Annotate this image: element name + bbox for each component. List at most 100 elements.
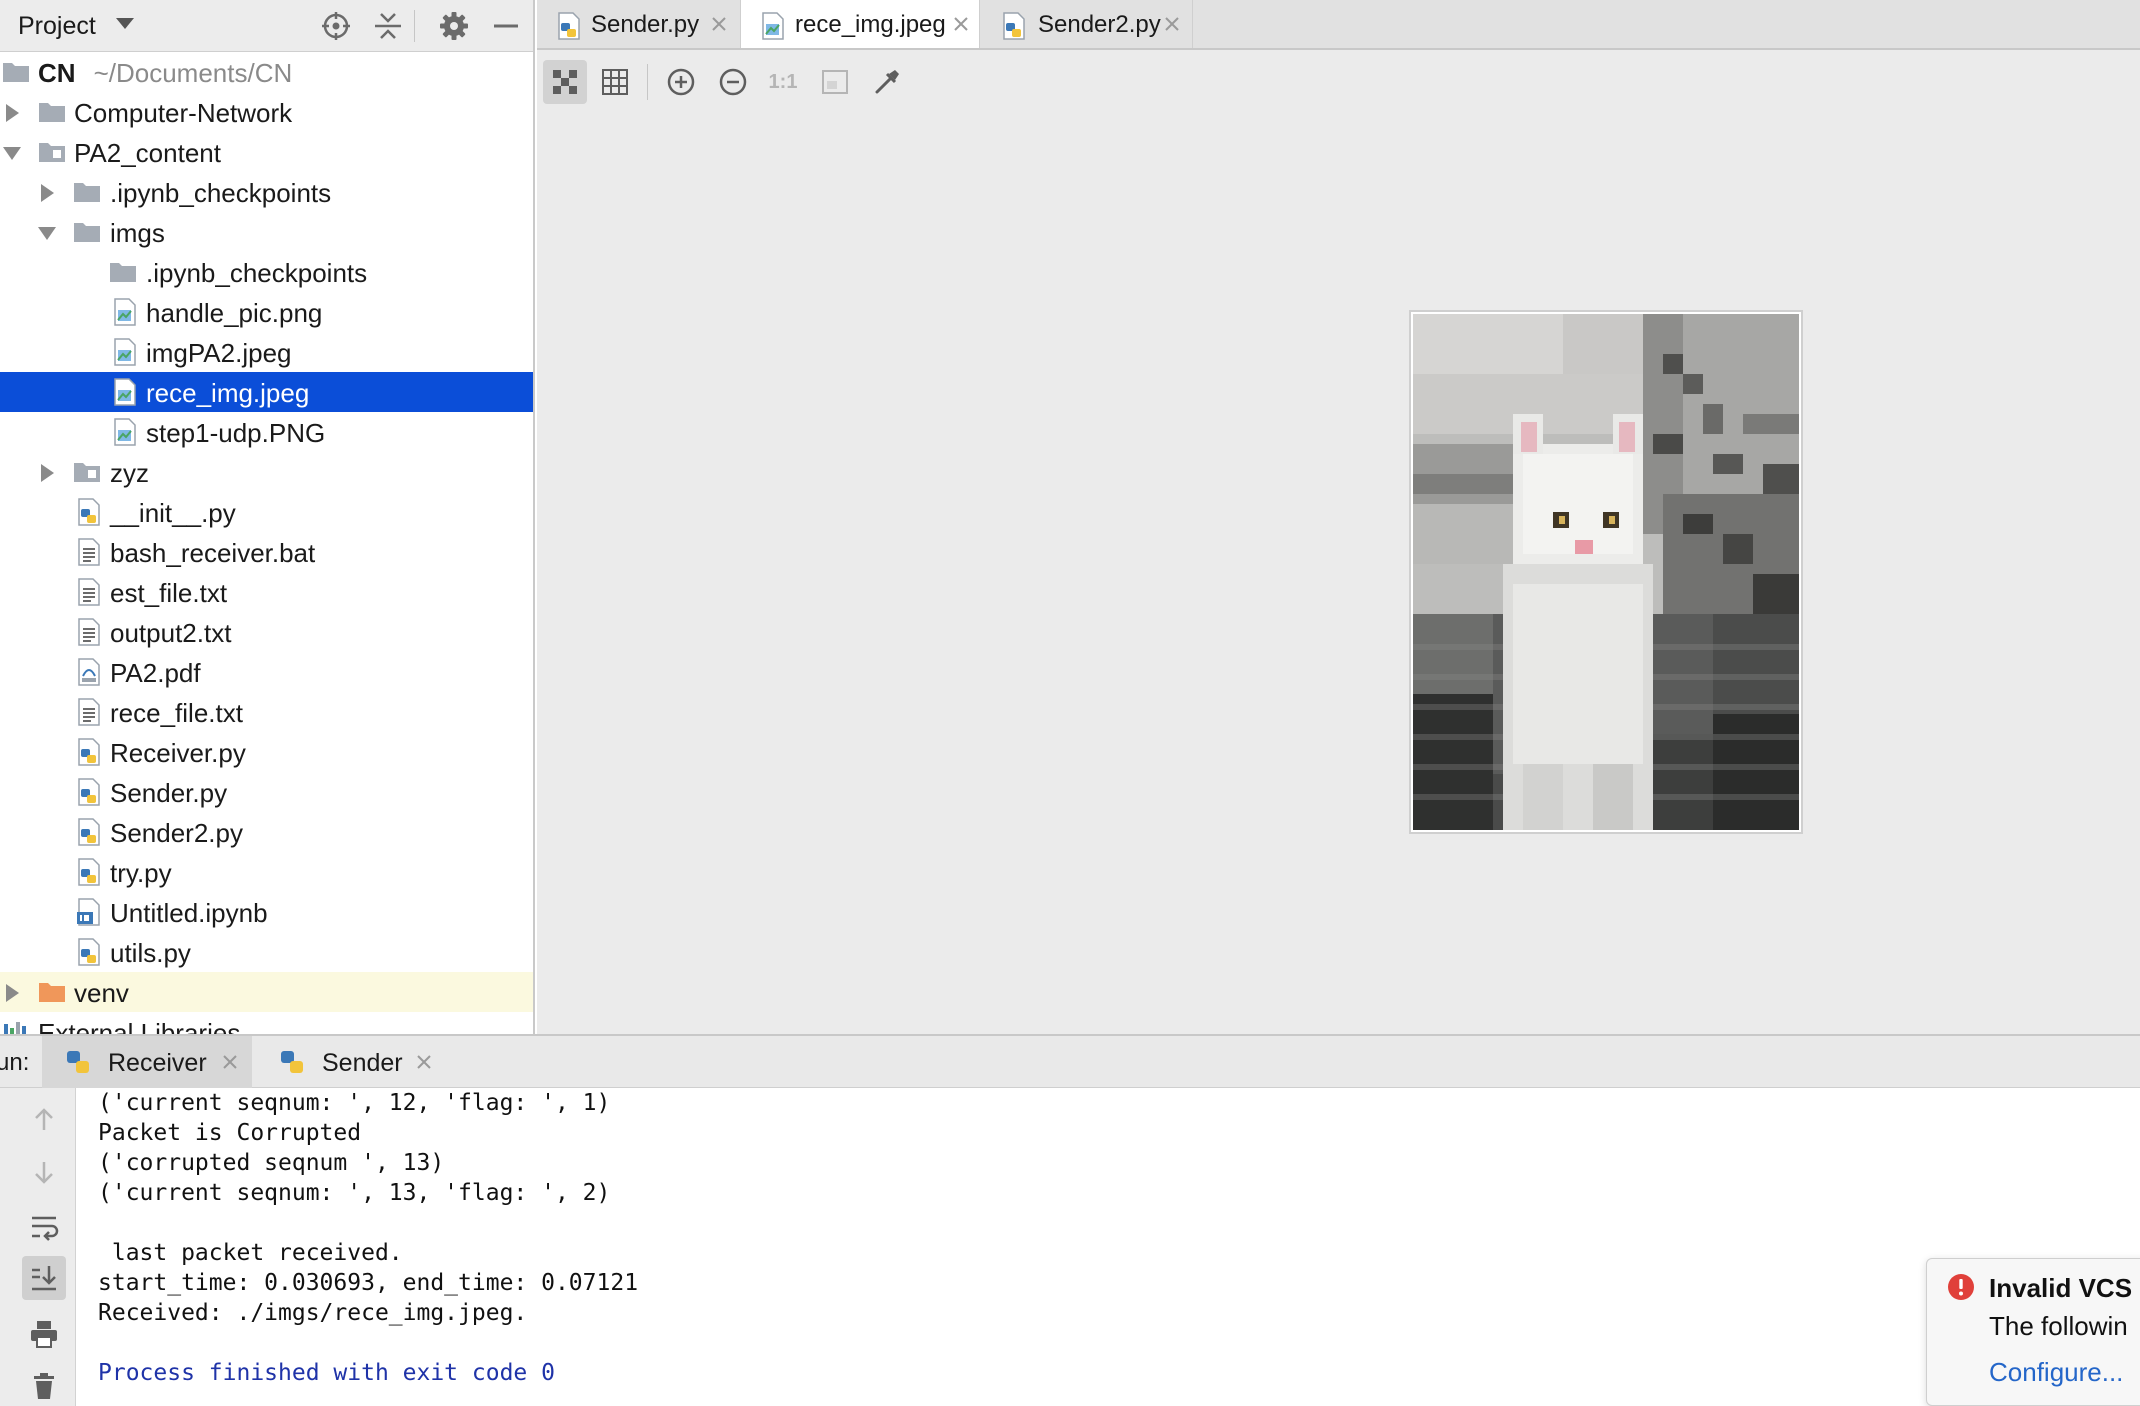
tree-item-rece-img[interactable]: rece_img.jpeg: [0, 372, 533, 412]
tree-item-handle-pic[interactable]: handle_pic.png: [0, 292, 533, 332]
console-line: last packet received.: [98, 1240, 403, 1266]
tree-item-sender-py[interactable]: Sender.py: [0, 772, 533, 812]
console-output[interactable]: ('current seqnum: ', 12, 'flag: ', 1) Pa…: [98, 1088, 1898, 1406]
color-picker-button[interactable]: [865, 60, 909, 104]
project-view-selector[interactable]: Project: [18, 12, 96, 41]
tab-sender2-py[interactable]: Sender2.py: [980, 0, 1193, 48]
image-file-icon: [111, 418, 139, 446]
zoom-out-icon: [719, 68, 747, 96]
tab-sender-py[interactable]: Sender.py: [537, 0, 740, 48]
actual-size-label: 1:1: [768, 71, 798, 93]
tree-item-pa2-content[interactable]: PA2_content: [0, 132, 533, 172]
folder-icon: [38, 98, 66, 126]
gear-icon[interactable]: [438, 10, 470, 42]
tree-item-label: bash_receiver.bat: [110, 538, 316, 568]
tree-item-label: venv: [74, 978, 129, 1008]
collapse-arrow-icon[interactable]: [38, 227, 56, 240]
print-button[interactable]: [22, 1312, 66, 1356]
close-icon[interactable]: [218, 1050, 242, 1074]
tree-item-root[interactable]: CN ~/Documents/CN: [0, 52, 533, 92]
tree-item-utils-py[interactable]: utils.py: [0, 932, 533, 972]
tree-item-computer-network[interactable]: Computer-Network: [0, 92, 533, 132]
expand-arrow-icon[interactable]: [6, 104, 19, 122]
tree-item-rece-file[interactable]: rece_file.txt: [0, 692, 533, 732]
tree-item-zyz[interactable]: zyz: [0, 452, 533, 492]
image-file-icon: [111, 298, 139, 326]
tree-item-label: imgPA2.jpeg: [146, 338, 292, 368]
chessboard-toggle-button[interactable]: [543, 60, 587, 104]
close-icon[interactable]: [412, 1050, 436, 1074]
zoom-in-button[interactable]: [659, 60, 703, 104]
tree-item-imgpa2[interactable]: imgPA2.jpeg: [0, 332, 533, 372]
tree-item-label: PA2.pdf: [110, 658, 201, 688]
actual-size-button[interactable]: 1:1: [761, 60, 805, 104]
close-icon[interactable]: [1160, 12, 1184, 36]
invalid-vcs-notification[interactable]: Invalid VCS The followin Configure...: [1926, 1258, 2140, 1406]
zoom-out-button[interactable]: [711, 60, 755, 104]
python-file-icon: [75, 938, 103, 966]
pixelated-cat-image: [1413, 314, 1799, 830]
expand-arrow-icon[interactable]: [6, 984, 19, 1002]
python-file-icon: [75, 818, 103, 846]
run-side-toolbar: [0, 1088, 76, 1406]
tree-item-output2[interactable]: output2.txt: [0, 612, 533, 652]
fit-zoom-icon: [822, 70, 848, 94]
tree-item-external-libraries[interactable]: External Libraries: [0, 1012, 533, 1034]
close-icon[interactable]: [707, 12, 731, 36]
tree-item-bash-receiver[interactable]: bash_receiver.bat: [0, 532, 533, 572]
excluded-folder-icon: [38, 978, 66, 1006]
tab-rece-img-jpeg[interactable]: rece_img.jpeg: [740, 0, 980, 48]
configure-link[interactable]: Configure...: [1989, 1357, 2123, 1388]
tree-item-label: est_file.txt: [110, 578, 228, 608]
tree-item-step1-udp[interactable]: step1-udp.PNG: [0, 412, 533, 452]
scroll-up-button[interactable]: [22, 1098, 66, 1142]
collapse-arrow-icon[interactable]: [3, 147, 21, 160]
tree-item-untitled-ipynb[interactable]: Untitled.ipynb: [0, 892, 533, 932]
tree-item-receiver-py[interactable]: Receiver.py: [0, 732, 533, 772]
tree-item-init-py[interactable]: __init__.py: [0, 492, 533, 532]
arrow-down-icon: [35, 1162, 53, 1184]
run-tab-label: Sender: [322, 1049, 403, 1077]
tree-item-imgs-ipynb-checkpoints[interactable]: .ipynb_checkpoints: [0, 252, 533, 292]
chevron-down-icon[interactable]: [116, 18, 134, 29]
module-folder-icon: [38, 138, 66, 166]
scroll-to-end-button[interactable]: [22, 1256, 66, 1300]
close-icon[interactable]: [949, 12, 973, 36]
minimize-icon[interactable]: [490, 10, 522, 42]
image-file-icon: [111, 338, 139, 366]
zoom-in-icon: [667, 68, 695, 96]
scroll-down-button[interactable]: [22, 1150, 66, 1194]
printer-icon: [31, 1321, 57, 1348]
module-folder-icon: [73, 458, 101, 486]
run-tab-sender[interactable]: Sender: [256, 1036, 446, 1088]
fit-zoom-button[interactable]: [813, 60, 857, 104]
python-icon: [64, 1048, 92, 1076]
expand-arrow-icon[interactable]: [41, 184, 54, 202]
arrow-up-icon: [35, 1108, 53, 1130]
tree-item-imgs[interactable]: imgs: [0, 212, 533, 252]
text-file-icon: [75, 538, 103, 566]
tree-item-sender2-py[interactable]: Sender2.py: [0, 812, 533, 852]
tree-item-venv[interactable]: venv: [0, 972, 533, 1012]
tree-item-est-file[interactable]: est_file.txt: [0, 572, 533, 612]
console-line: ('current seqnum: ', 13, 'flag: ', 2): [98, 1180, 611, 1206]
tree-item-label: Sender.py: [110, 778, 228, 808]
toolbar-separator: [647, 64, 648, 100]
locate-icon[interactable]: [320, 10, 352, 42]
tree-item-pa2-pdf[interactable]: PA2.pdf: [0, 652, 533, 692]
editor-area: Sender.py rece_img.jpeg Sender2.py 1:1: [537, 0, 2140, 1034]
tab-label: Sender2.py: [1038, 11, 1161, 38]
folder-icon: [109, 258, 137, 286]
tree-item-try-py[interactable]: try.py: [0, 852, 533, 892]
soft-wrap-button[interactable]: [22, 1204, 66, 1248]
clear-all-button[interactable]: [22, 1364, 66, 1406]
expand-arrow-icon[interactable]: [41, 464, 54, 482]
grid-toggle-button[interactable]: [593, 60, 637, 104]
collapse-all-icon[interactable]: [372, 10, 404, 42]
tree-item-label: Sender2.py: [110, 818, 243, 848]
tree-item-ipynb-checkpoints[interactable]: .ipynb_checkpoints: [0, 172, 533, 212]
console-line: Received: ./imgs/rece_img.jpeg.: [98, 1300, 528, 1326]
tree-item-label: output2.txt: [110, 618, 232, 648]
run-tab-receiver[interactable]: Receiver: [42, 1036, 252, 1088]
text-file-icon: [75, 618, 103, 646]
